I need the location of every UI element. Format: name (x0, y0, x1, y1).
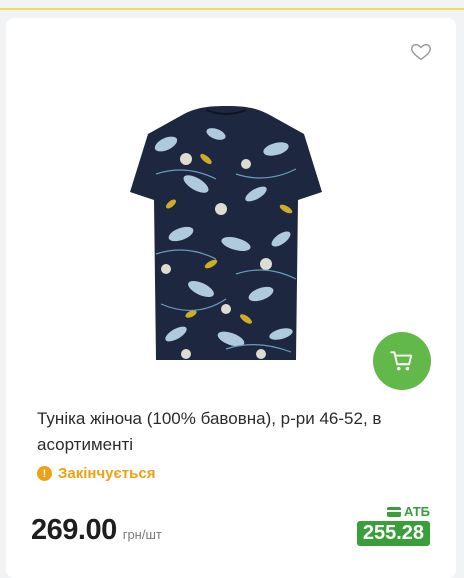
promo-price: 255.28 (356, 521, 430, 546)
price-block: 269.00 грн/шт (31, 514, 162, 547)
stock-status: ! Закінчується (37, 465, 155, 482)
promo-label: АТБ (386, 504, 430, 519)
product-title[interactable]: Туніка жіноча (100% бавовна), р-ри 46-52… (37, 406, 427, 458)
product-card[interactable]: Туніка жіноча (100% бавовна), р-ри 46-52… (6, 18, 456, 578)
card-icon (386, 506, 401, 517)
warning-icon: ! (37, 466, 52, 481)
price-value: 269.00 (31, 514, 117, 546)
promo-block: АТБ 255.28 (356, 504, 430, 546)
add-to-cart-button[interactable] (373, 332, 431, 390)
cart-icon[interactable] (389, 348, 415, 374)
promo-label-text: АТБ (403, 504, 430, 519)
heart-outline-icon[interactable] (410, 40, 432, 62)
favorite-button[interactable] (410, 40, 432, 62)
top-strip (0, 0, 464, 10)
price-unit: грн/шт (122, 527, 162, 542)
stock-status-text: Закінчується (58, 465, 156, 482)
product-image[interactable] (126, 104, 326, 360)
